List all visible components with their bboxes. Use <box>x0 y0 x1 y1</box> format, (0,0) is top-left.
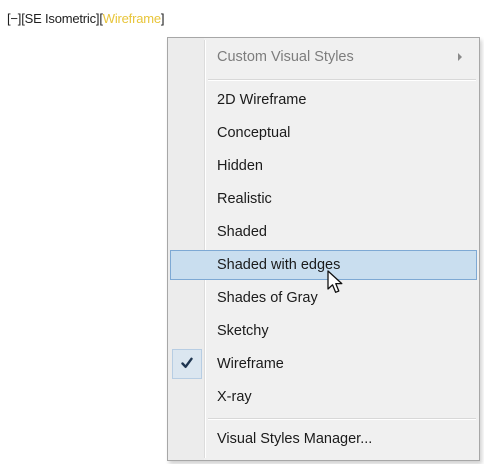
menu-item-label: 2D Wireframe <box>217 92 307 108</box>
visual-style-control[interactable]: Wireframe <box>103 11 161 26</box>
chevron-right-icon <box>458 53 462 61</box>
menu-item-label: Conceptual <box>217 125 291 141</box>
viewport-minimize-control[interactable]: [−] <box>7 11 21 26</box>
visual-styles-menu: Custom Visual Styles 2D Wireframe Concep… <box>167 37 480 461</box>
menu-item-sketchy[interactable]: Sketchy <box>170 316 477 346</box>
menu-item-shades-of-gray[interactable]: Shades of Gray <box>170 283 477 313</box>
menu-item-shaded[interactable]: Shaded <box>170 217 477 247</box>
menu-item-hidden[interactable]: Hidden <box>170 151 477 181</box>
checkmark-icon <box>181 357 193 368</box>
menu-item-x-ray[interactable]: X-ray <box>170 382 477 412</box>
viewport-controls: [−][SE Isometric][Wireframe] <box>7 11 165 26</box>
menu-item-label: Shaded with edges <box>217 257 341 273</box>
menu-item-label: Custom Visual Styles <box>217 49 354 65</box>
menu-item-label: Realistic <box>217 191 272 207</box>
menu-item-visual-styles-manager[interactable]: Visual Styles Manager... <box>170 424 477 454</box>
menu-item-label: Shades of Gray <box>217 290 318 306</box>
menu-item-label: Wireframe <box>217 356 284 372</box>
visual-style-bracket-close: ] <box>160 11 165 26</box>
menu-item-custom-visual-styles[interactable]: Custom Visual Styles <box>170 42 477 72</box>
menu-item-shaded-with-edges[interactable]: Shaded with edges <box>170 250 477 280</box>
menu-item-2d-wireframe[interactable]: 2D Wireframe <box>170 85 477 115</box>
checkmark-box <box>172 349 202 379</box>
menu-item-label: X-ray <box>217 389 252 405</box>
menu-item-label: Shaded <box>217 224 267 240</box>
menu-item-conceptual[interactable]: Conceptual <box>170 118 477 148</box>
menu-separator <box>208 418 476 420</box>
menu-item-wireframe[interactable]: Wireframe <box>170 349 477 379</box>
menu-item-label: Sketchy <box>217 323 269 339</box>
menu-item-realistic[interactable]: Realistic <box>170 184 477 214</box>
menu-item-label: Visual Styles Manager... <box>217 431 373 447</box>
view-control[interactable]: [SE Isometric] <box>21 11 99 26</box>
menu-item-label: Hidden <box>217 158 263 174</box>
menu-separator <box>208 79 476 81</box>
